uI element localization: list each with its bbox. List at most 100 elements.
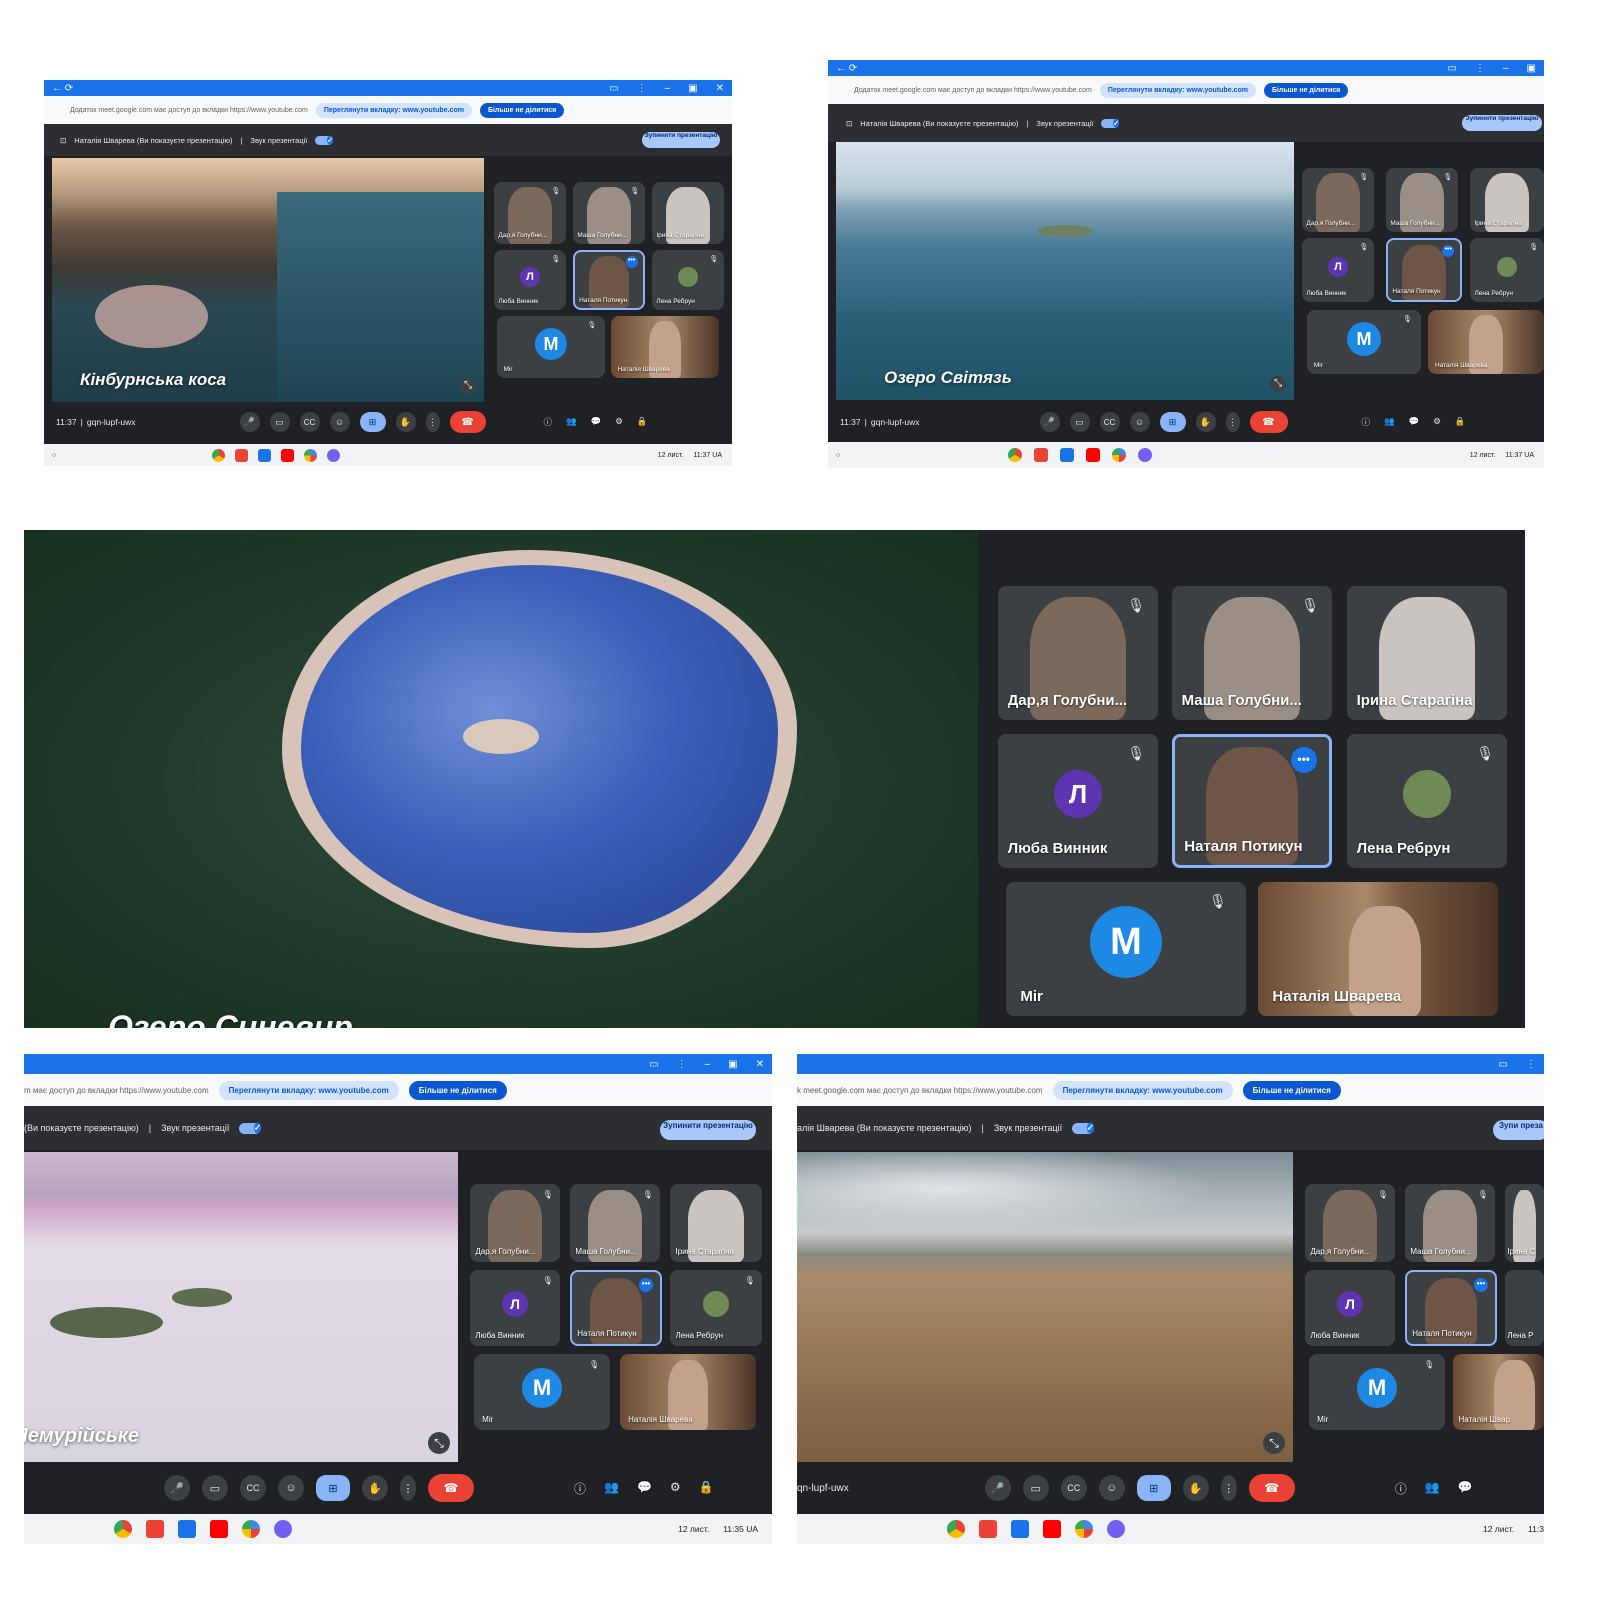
emoji-icon[interactable]: ☺ — [1098, 1475, 1125, 1501]
participant-tile[interactable]: M 🎙 Mir — [1309, 1354, 1445, 1430]
participant-tile[interactable]: 🎙 Лена Ребрун — [1347, 734, 1507, 868]
stop-presenting-button[interactable]: Зупинити презентацію — [660, 1120, 756, 1140]
participant-tile[interactable]: 🎙 Лена Ребрун — [670, 1270, 762, 1346]
participant-tile[interactable]: Наталія Шварева — [620, 1354, 756, 1430]
chat-icon[interactable]: 💬 — [637, 1480, 652, 1497]
shelf-clock[interactable]: 11:37 UA — [693, 452, 722, 459]
activities-icon[interactable]: ⚙ — [1433, 416, 1441, 428]
youtube-icon[interactable] — [281, 448, 295, 462]
more-options-icon[interactable]: ••• — [1442, 244, 1455, 257]
present-icon[interactable]: ⊞ — [1159, 412, 1186, 432]
lock-icon[interactable]: 🔒 — [699, 1480, 714, 1497]
camera-icon[interactable]: ▭ — [1022, 1475, 1049, 1501]
stop-sharing-button[interactable]: Більше не ділитися — [1242, 1080, 1341, 1100]
gmail-icon[interactable] — [235, 448, 249, 462]
participant-tile[interactable]: Наталія Шварева — [1428, 310, 1544, 374]
present-icon[interactable]: ⊞ — [1136, 1475, 1171, 1501]
people-icon[interactable]: 👥 — [566, 416, 577, 428]
end-call-icon[interactable]: ☎ — [449, 411, 486, 433]
lock-icon[interactable]: 🔒 — [1455, 416, 1466, 428]
info-icon[interactable]: ⓘ — [544, 416, 553, 428]
participant-tile-active[interactable]: ••• Наталя Потикун — [573, 250, 645, 310]
gmail-icon[interactable] — [979, 1520, 997, 1538]
end-call-icon[interactable]: ☎ — [1248, 1474, 1295, 1502]
view-tab-button[interactable]: Переглянути вкладку: www.youtube.com — [1099, 82, 1256, 98]
chrome-icon[interactable] — [947, 1520, 965, 1538]
info-icon[interactable]: ⓘ — [574, 1480, 586, 1497]
chrome-icon[interactable] — [114, 1520, 132, 1538]
participant-tile-active[interactable]: ••• Наталя Потикун — [1172, 734, 1332, 868]
participant-tile[interactable]: Наталія Шварева — [611, 316, 719, 378]
files-icon[interactable] — [1060, 448, 1075, 462]
hand-icon[interactable]: ✋ — [1195, 412, 1216, 432]
participant-tile[interactable]: 🎙 Дар,я Голубни... — [1305, 1184, 1395, 1262]
participant-tile[interactable]: 🎙 Лена Ребрун — [1470, 238, 1544, 302]
hand-icon[interactable]: ✋ — [362, 1475, 388, 1501]
info-icon[interactable]: ⓘ — [1395, 1480, 1407, 1497]
participant-tile[interactable]: M 🎙 Mir — [1307, 310, 1421, 374]
activities-icon[interactable]: ⚙ — [615, 416, 623, 428]
window-controls[interactable]: ▭ ⋮ — [1499, 1059, 1536, 1070]
shelf-pages[interactable]: 12 лист. — [1483, 1524, 1514, 1534]
youtube-icon[interactable] — [1043, 1520, 1061, 1538]
participant-tile[interactable]: Ірина Старагіна — [1347, 586, 1507, 720]
participant-tile[interactable]: Л 🎙 Люба Винник — [494, 250, 566, 310]
participant-tile[interactable]: 🎙 Маша Голубни... — [1386, 168, 1458, 232]
participant-tile[interactable]: 🎙 Маша Голубни... — [1172, 586, 1332, 720]
back-icon[interactable]: ← ⟳ — [52, 83, 73, 94]
presentation-audio-toggle[interactable] — [1072, 1122, 1095, 1134]
shelf-pages[interactable]: 12 лист. — [678, 1524, 709, 1534]
captions-icon[interactable]: CC — [240, 1475, 266, 1501]
participant-tile[interactable]: Лена Р — [1505, 1270, 1544, 1346]
hand-icon[interactable]: ✋ — [395, 412, 416, 432]
participant-tile-active[interactable]: ••• Наталя Потикун — [1386, 238, 1462, 302]
stop-sharing-button[interactable]: Більше не ділитися — [1263, 82, 1349, 98]
participant-tile[interactable]: Л 🎙 Люба Винник — [998, 734, 1158, 868]
camera-icon[interactable]: ▭ — [1069, 412, 1090, 432]
present-icon[interactable]: ⊞ — [359, 412, 386, 432]
more-icon[interactable]: ⋮ — [400, 1475, 416, 1501]
shelf-clock[interactable]: 11:3 — [1528, 1524, 1544, 1534]
viber-icon[interactable] — [274, 1520, 292, 1538]
participant-tile-active[interactable]: ••• Наталя Потикун — [1405, 1270, 1497, 1346]
people-icon[interactable]: 👥 — [1425, 1480, 1440, 1497]
info-icon[interactable]: ⓘ — [1362, 416, 1371, 428]
emoji-icon[interactable]: ☺ — [329, 412, 350, 432]
end-call-icon[interactable]: ☎ — [1249, 411, 1288, 433]
mic-icon[interactable]: 🎤 — [984, 1475, 1011, 1501]
launcher-icon[interactable]: ○ — [836, 452, 840, 459]
activities-icon[interactable]: ⚙ — [670, 1480, 681, 1497]
participant-tile[interactable]: M 🎙 Mir — [497, 316, 605, 378]
participant-tile[interactable]: 🎙 Дар,я Голубни... — [1302, 168, 1374, 232]
youtube-icon[interactable] — [210, 1520, 228, 1538]
gmail-icon[interactable] — [146, 1520, 164, 1538]
participant-tile[interactable]: 🎙 Лена Ребрун — [652, 250, 724, 310]
shelf-clock[interactable]: 11:35 UA — [723, 1524, 758, 1534]
files-icon[interactable] — [1011, 1520, 1029, 1538]
captions-icon[interactable]: CC — [1060, 1475, 1087, 1501]
camera-icon[interactable]: ▭ — [202, 1475, 228, 1501]
participant-tile[interactable]: 🎙 Маша Голубни... — [1405, 1184, 1495, 1262]
present-icon[interactable]: ⊞ — [316, 1475, 350, 1501]
captions-icon[interactable]: CC — [1099, 412, 1120, 432]
launcher-icon[interactable]: ○ — [52, 452, 56, 459]
stop-sharing-button[interactable]: Більше не ділитися — [408, 1080, 507, 1100]
participant-tile-active[interactable]: ••• Наталя Потикун — [570, 1270, 662, 1346]
photos-icon[interactable] — [1112, 448, 1127, 462]
photos-icon[interactable] — [242, 1520, 260, 1538]
photos-icon[interactable] — [304, 448, 318, 462]
window-controls[interactable]: ▭ ⋮ – ▣ ✕ — [649, 1059, 764, 1070]
stop-presenting-button[interactable]: Зупинити презентацію — [1462, 115, 1542, 131]
participant-tile[interactable]: 🎙 Маша Голубни... — [570, 1184, 660, 1262]
more-icon[interactable]: ⋮ — [1225, 412, 1240, 432]
stop-presenting-button[interactable]: Зупи преза — [1493, 1120, 1544, 1140]
people-icon[interactable]: 👥 — [1384, 416, 1395, 428]
lock-icon[interactable]: 🔒 — [637, 416, 648, 428]
participant-tile[interactable]: Ірина Старагіна — [1470, 168, 1544, 232]
stop-sharing-button[interactable]: Більше не ділитися — [479, 102, 565, 118]
files-icon[interactable] — [258, 448, 272, 462]
shelf-clock[interactable]: 11:37 UA — [1505, 452, 1534, 459]
window-controls[interactable]: ▭ ⋮ – ▣ ✕ — [609, 83, 724, 94]
participant-tile[interactable]: M 🎙 Mir — [474, 1354, 610, 1430]
viber-icon[interactable] — [1107, 1520, 1125, 1538]
